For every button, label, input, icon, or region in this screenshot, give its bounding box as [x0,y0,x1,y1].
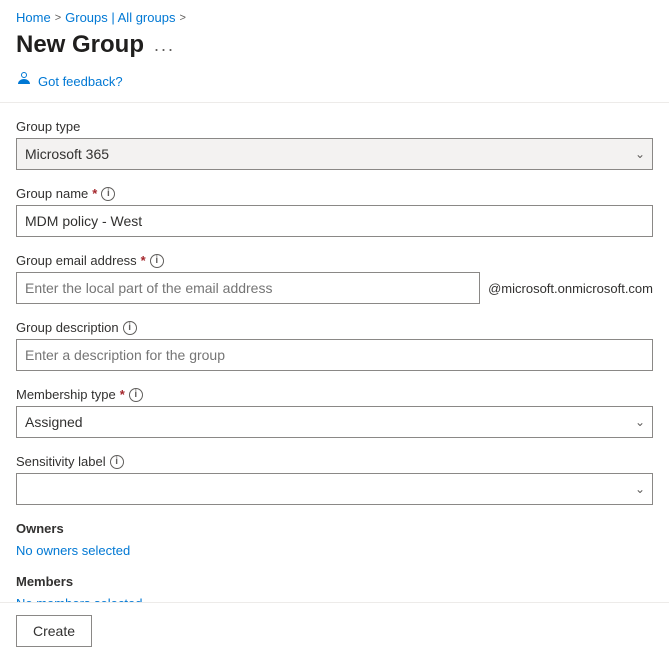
group-description-info-icon[interactable]: i [123,321,137,335]
sensitivity-label-select-wrapper: ⌄ [16,473,653,505]
members-section: Members No members selected [16,574,653,602]
breadcrumb-sep1: > [55,12,61,24]
membership-type-label: Membership type * i [16,387,653,402]
email-domain: @microsoft.onmicrosoft.com [488,281,653,296]
breadcrumb-home[interactable]: Home [16,10,51,25]
group-description-field: Group description i [16,320,653,371]
sensitivity-label-label: Sensitivity label i [16,454,653,469]
breadcrumb: Home > Groups | All groups > [0,0,669,29]
feedback-link[interactable]: Got feedback? [38,74,123,89]
group-email-label: Group email address * i [16,253,653,268]
group-email-info-icon[interactable]: i [150,254,164,268]
feedback-icon [16,71,32,92]
group-type-label: Group type [16,119,653,134]
group-type-field: Group type Microsoft 365SecurityMail-ena… [16,119,653,170]
feedback-bar: Got feedback? [0,67,669,103]
page-header: New Group ... [0,29,669,67]
group-name-info-icon[interactable]: i [101,187,115,201]
owners-link[interactable]: No owners selected [16,543,130,558]
page-title: New Group [16,31,144,59]
group-name-input[interactable] [16,205,653,237]
footer-bar: Create [0,602,669,659]
breadcrumb-sep2: > [179,12,185,24]
required-star: * [92,186,97,201]
group-email-input[interactable] [16,272,480,304]
owners-section: Owners No owners selected [16,521,653,558]
membership-type-field: Membership type * i AssignedDynamic User… [16,387,653,438]
required-star-email: * [141,253,146,268]
group-type-select[interactable]: Microsoft 365SecurityMail-enabled securi… [16,138,653,170]
group-description-label: Group description i [16,320,653,335]
more-options-icon[interactable]: ... [154,35,175,56]
members-link[interactable]: No members selected [16,596,142,602]
membership-type-select-wrapper: AssignedDynamic UserDynamic Device ⌄ [16,406,653,438]
group-email-field: Group email address * i @microsoft.onmic… [16,253,653,304]
create-button[interactable]: Create [16,615,92,647]
breadcrumb-groups[interactable]: Groups | All groups [65,10,175,25]
group-name-field: Group name * i [16,186,653,237]
required-star-membership: * [120,387,125,402]
email-row: @microsoft.onmicrosoft.com [16,272,653,304]
sensitivity-label-field: Sensitivity label i ⌄ [16,454,653,505]
group-type-select-wrapper: Microsoft 365SecurityMail-enabled securi… [16,138,653,170]
page-wrapper: Home > Groups | All groups > New Group .… [0,0,669,659]
owners-heading: Owners [16,521,653,536]
members-heading: Members [16,574,653,589]
group-description-input[interactable] [16,339,653,371]
form-content: Group type Microsoft 365SecurityMail-ena… [0,103,669,602]
sensitivity-label-select[interactable] [16,473,653,505]
membership-type-select[interactable]: AssignedDynamic UserDynamic Device [16,406,653,438]
group-name-label: Group name * i [16,186,653,201]
membership-type-info-icon[interactable]: i [129,388,143,402]
sensitivity-label-info-icon[interactable]: i [110,455,124,469]
